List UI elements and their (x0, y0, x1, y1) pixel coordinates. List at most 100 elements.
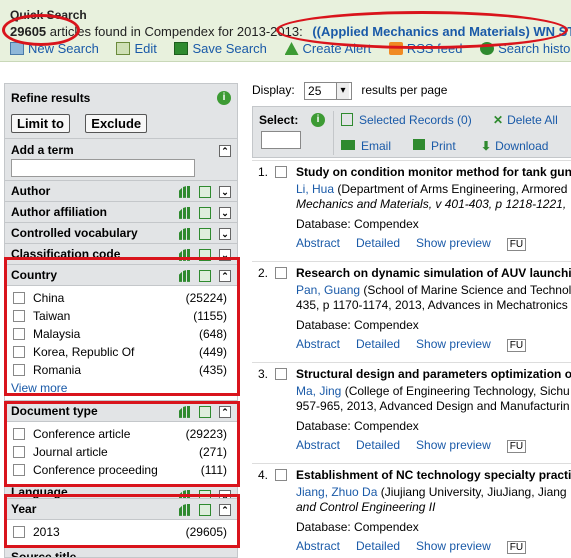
checkbox[interactable] (13, 328, 25, 340)
exclude-button[interactable]: Exclude (85, 114, 148, 133)
checkbox[interactable] (275, 267, 287, 279)
collapse-icon[interactable]: ⌃ (219, 144, 231, 157)
record-title[interactable]: Establishment of NC technology specialty… (296, 468, 571, 482)
export-icon[interactable] (199, 206, 211, 219)
abstract-link[interactable]: Abstract (296, 539, 340, 553)
full-text-button[interactable]: FU (506, 541, 527, 554)
detailed-link[interactable]: Detailed (356, 438, 400, 452)
add-term-input[interactable] (11, 159, 195, 177)
facet-controlled-vocabulary[interactable]: Controlled vocabulary ⌄ (5, 222, 237, 243)
detailed-link[interactable]: Detailed (356, 539, 400, 553)
record-title[interactable]: Study on condition monitor method for ta… (296, 165, 571, 179)
limit-to-button[interactable]: Limit to (11, 114, 70, 133)
delete-all-button[interactable]: ✕ Delete All (493, 113, 558, 127)
email-button[interactable]: Email (341, 139, 391, 153)
view-more-link[interactable]: View more (11, 381, 67, 395)
author-link[interactable]: Li, Hua (296, 182, 334, 196)
download-button[interactable]: ⬇ Download (481, 139, 548, 153)
show-preview-link[interactable]: Show preview (416, 236, 491, 250)
select-all-dropdown[interactable] (261, 131, 301, 149)
abstract-link[interactable]: Abstract (296, 236, 340, 250)
facet-source-title[interactable]: Source title (5, 546, 237, 557)
export-icon[interactable] (199, 227, 211, 240)
facet-classification-code[interactable]: Classification code ⌄ (5, 243, 237, 264)
abstract-link[interactable]: Abstract (296, 337, 340, 351)
export-icon[interactable] (199, 503, 211, 516)
detailed-link[interactable]: Detailed (356, 236, 400, 250)
chart-icon[interactable] (179, 227, 191, 240)
author-link[interactable]: Pan, Guang (296, 283, 360, 297)
list-item[interactable]: Korea, Republic Of (449) (11, 343, 231, 361)
chart-icon[interactable] (179, 206, 191, 219)
facet-year[interactable]: Year ⌃ (5, 498, 237, 519)
print-button[interactable]: Print (413, 139, 456, 153)
record-title[interactable]: Structural design and parameters optimiz… (296, 367, 571, 381)
checkbox[interactable] (275, 166, 287, 178)
list-item[interactable]: 2013 (29605) (11, 523, 231, 541)
list-item[interactable]: Taiwan (1155) (11, 307, 231, 325)
results-per-page-select[interactable]: 25 (304, 82, 353, 100)
collapse-icon[interactable]: ⌃ (219, 503, 231, 516)
edit-button[interactable]: Edit (116, 41, 157, 56)
email-icon (341, 140, 355, 150)
full-text-button[interactable]: FU (506, 339, 527, 352)
chart-icon[interactable] (179, 248, 191, 261)
list-item[interactable]: Conference proceeding (111) (11, 461, 231, 479)
checkbox[interactable] (13, 526, 25, 538)
collapse-icon[interactable]: ⌃ (219, 269, 231, 282)
facet-author-affiliation[interactable]: Author affiliation ⌄ (5, 201, 237, 222)
selected-records-link[interactable]: Selected Records (0) (341, 113, 472, 127)
checkbox[interactable] (13, 346, 25, 358)
checkbox[interactable] (13, 310, 25, 322)
info-icon[interactable]: i (217, 91, 231, 105)
show-preview-link[interactable]: Show preview (416, 438, 491, 452)
checkbox[interactable] (275, 368, 287, 380)
chart-icon[interactable] (179, 503, 191, 516)
facet-document-type[interactable]: Document type ⌃ (5, 400, 237, 421)
checkbox[interactable] (275, 469, 287, 481)
rss-feed-button[interactable]: RSS feed (388, 41, 462, 56)
export-icon[interactable] (199, 269, 211, 282)
info-icon[interactable]: i (311, 113, 325, 127)
expand-icon[interactable]: ⌄ (219, 227, 231, 240)
author-link[interactable]: Ma, Jing (296, 384, 341, 398)
full-text-button[interactable]: FU (506, 440, 527, 453)
chart-icon[interactable] (179, 269, 191, 282)
list-item[interactable]: China (25224) (11, 289, 231, 307)
add-term-section: Add a term ⌃ (5, 138, 237, 180)
result-count: 29605 (10, 24, 47, 39)
list-item[interactable]: Conference article (29223) (11, 425, 231, 443)
export-icon[interactable] (199, 248, 211, 261)
create-alert-button[interactable]: Create Alert (284, 41, 371, 56)
show-preview-link[interactable]: Show preview (416, 337, 491, 351)
list-item[interactable]: Malaysia (648) (11, 325, 231, 343)
search-history-button[interactable]: Search history (480, 41, 571, 56)
facet-author[interactable]: Author ⌄ (5, 180, 237, 201)
checkbox[interactable] (13, 446, 25, 458)
export-icon[interactable] (199, 405, 211, 418)
facet-language[interactable]: Language ⌄ (5, 484, 237, 502)
chart-icon[interactable] (179, 405, 191, 418)
new-search-button[interactable]: New Search (10, 41, 99, 56)
record-title[interactable]: Research on dynamic simulation of AUV la… (296, 266, 571, 280)
chart-icon[interactable] (179, 185, 191, 198)
show-preview-link[interactable]: Show preview (416, 539, 491, 553)
expand-icon[interactable]: ⌄ (219, 248, 231, 261)
checkbox[interactable] (13, 428, 25, 440)
list-item[interactable]: Journal article (271) (11, 443, 231, 461)
checkbox[interactable] (13, 292, 25, 304)
list-item[interactable]: Romania (435) (11, 361, 231, 379)
result-summary-text: articles found in Compendex for 2013-201… (49, 24, 303, 39)
expand-icon[interactable]: ⌄ (219, 206, 231, 219)
detailed-link[interactable]: Detailed (356, 337, 400, 351)
full-text-button[interactable]: FU (506, 238, 527, 251)
save-search-button[interactable]: Save Search (174, 41, 267, 56)
checkbox[interactable] (13, 464, 25, 476)
expand-icon[interactable]: ⌄ (219, 185, 231, 198)
abstract-link[interactable]: Abstract (296, 438, 340, 452)
checkbox[interactable] (13, 364, 25, 376)
facet-country[interactable]: Country ⌃ (5, 264, 237, 285)
export-icon[interactable] (199, 185, 211, 198)
collapse-icon[interactable]: ⌃ (219, 405, 231, 418)
author-link[interactable]: Jiang, Zhuo Da (296, 485, 377, 499)
